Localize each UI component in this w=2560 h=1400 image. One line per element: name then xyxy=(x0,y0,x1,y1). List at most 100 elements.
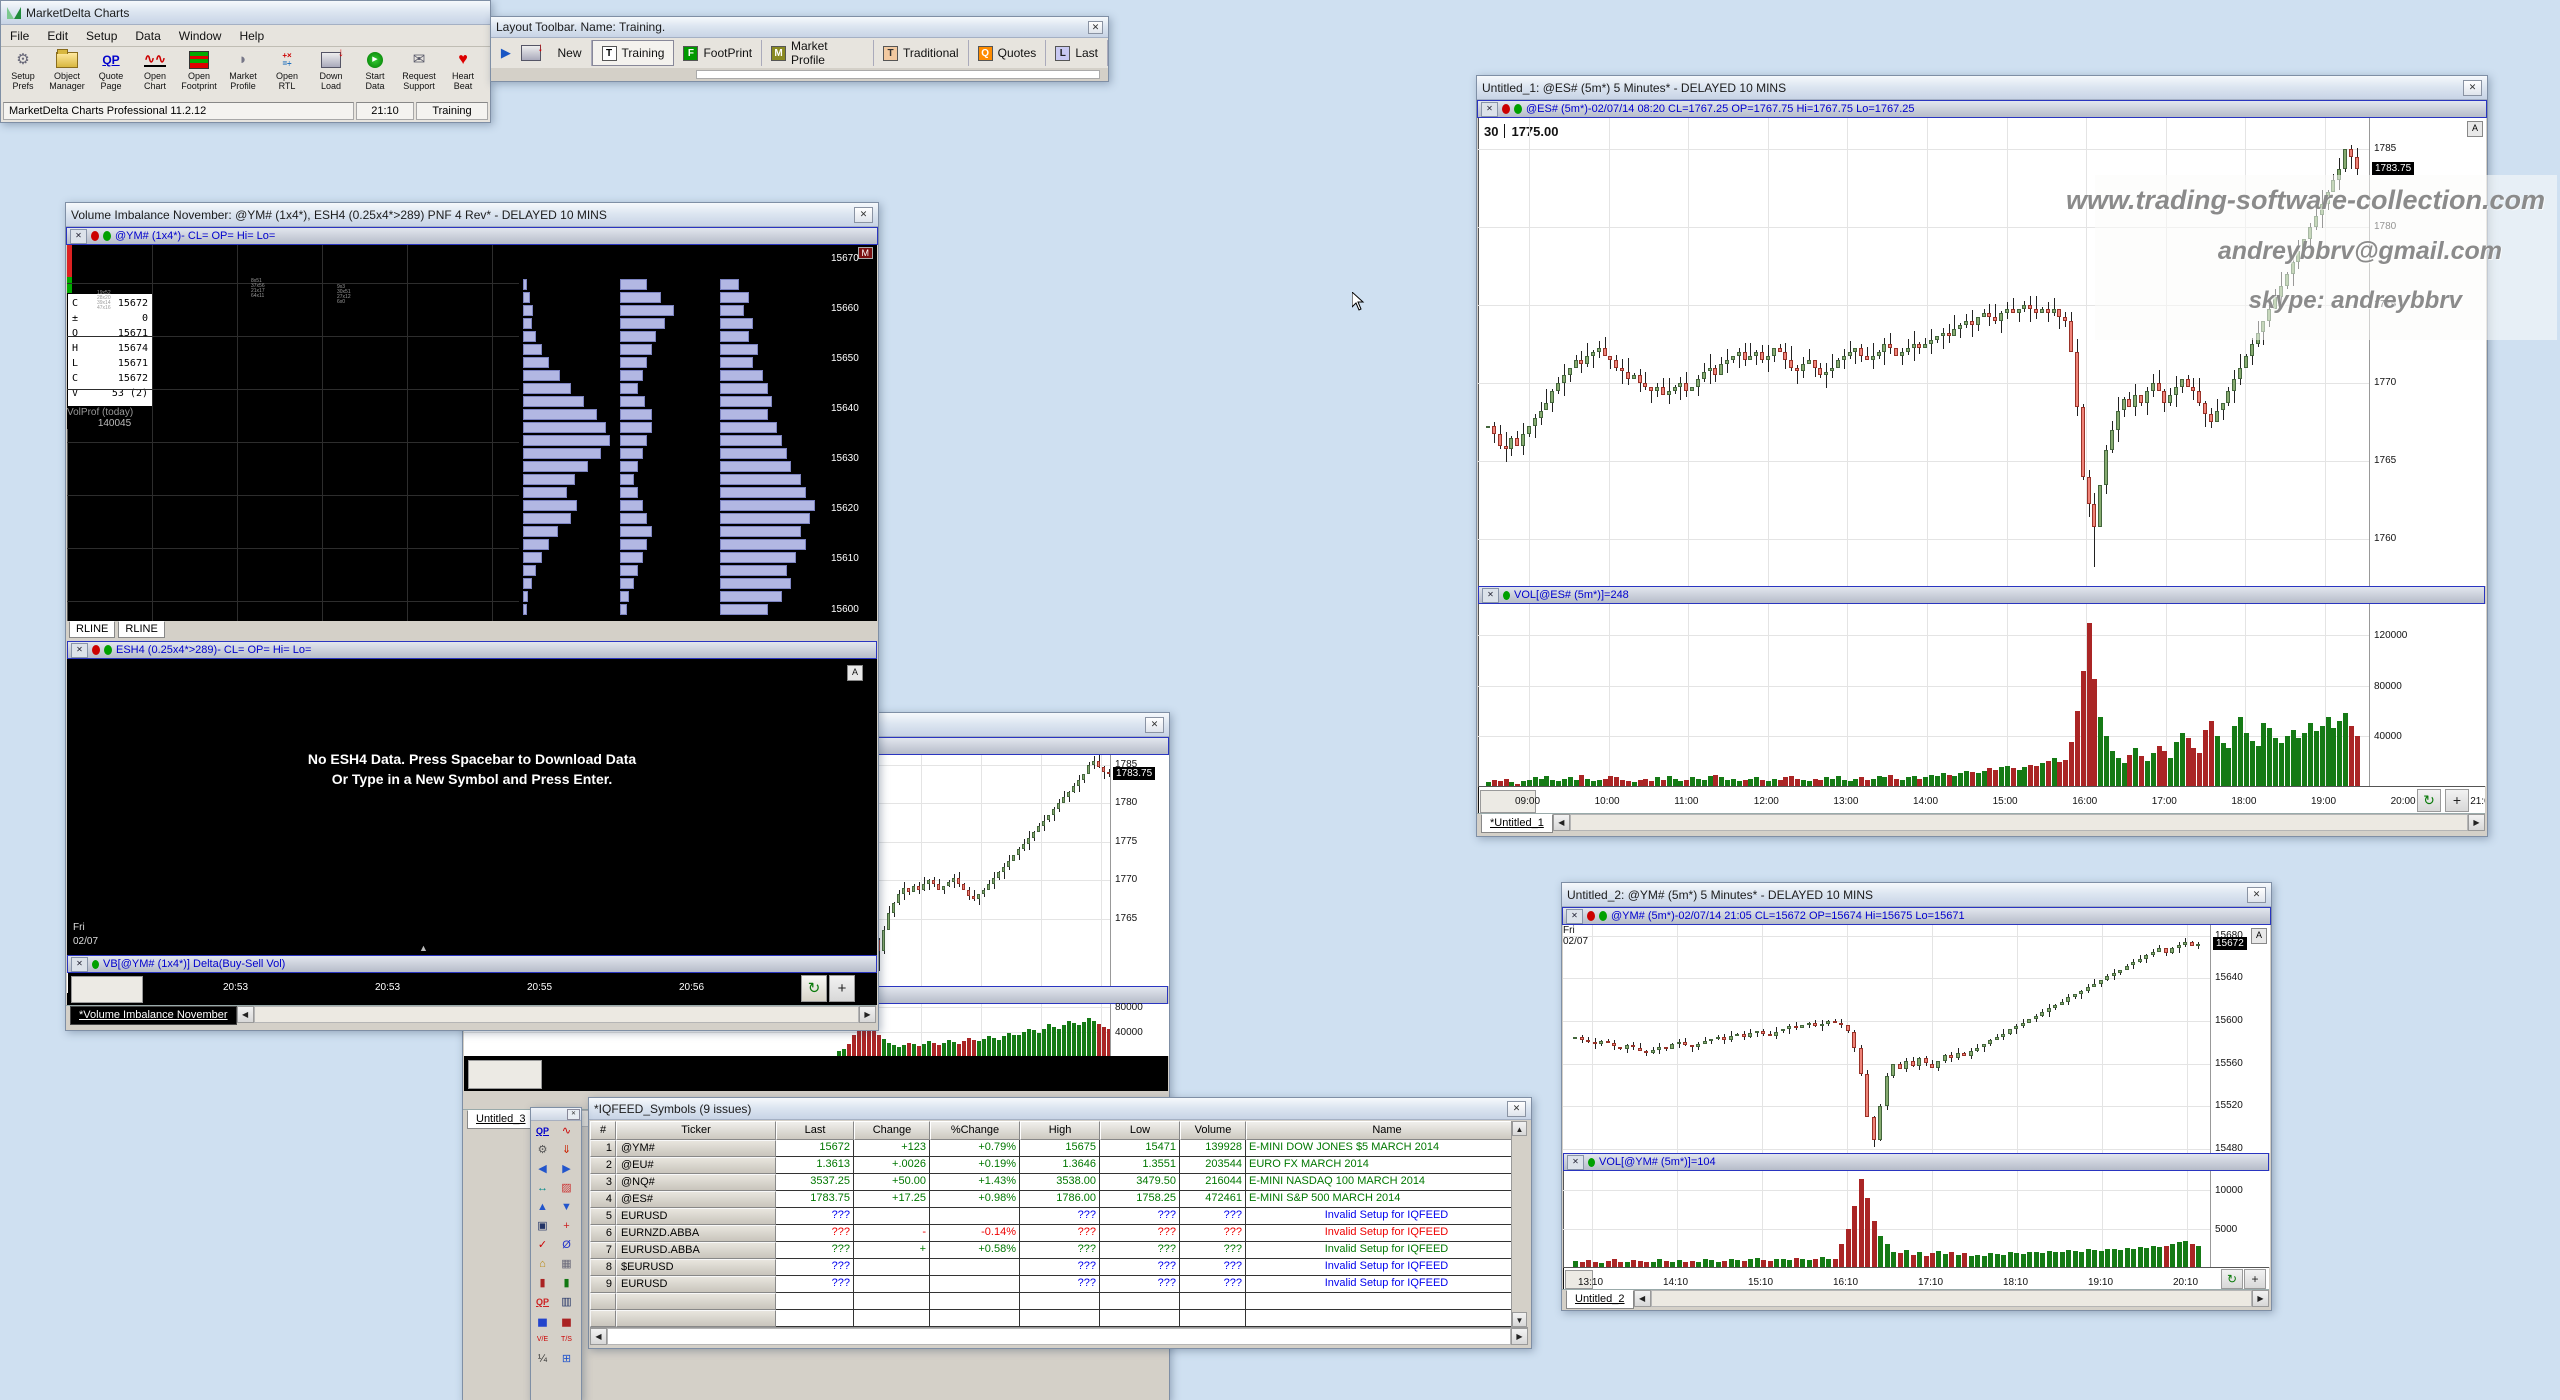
refresh-button[interactable]: ↻ xyxy=(2221,1269,2243,1289)
menu-data[interactable]: Data xyxy=(126,26,169,46)
close-pane-icon[interactable]: ✕ xyxy=(71,957,88,972)
save-layout-icon[interactable] xyxy=(521,45,541,61)
refresh-chart-icon[interactable]: ▨ xyxy=(556,1178,577,1197)
close-pane-icon[interactable]: ✕ xyxy=(71,643,88,658)
menu-edit[interactable]: Edit xyxy=(38,26,77,46)
volimb-titlebar[interactable]: Volume Imbalance November: @YM# (1x4*), … xyxy=(66,203,878,227)
scroll-left-icon[interactable]: ◀ xyxy=(1553,814,1570,831)
column-header-last[interactable]: Last xyxy=(776,1121,854,1140)
scroll-right-icon[interactable]: ▶ xyxy=(2468,814,2485,831)
toolbar-button-load[interactable]: DownLoad xyxy=(309,47,353,99)
merge-badge[interactable]: M xyxy=(858,247,874,259)
scroll-left-icon[interactable]: ◀ xyxy=(237,1006,254,1023)
main-titlebar[interactable]: MarketDelta Charts xyxy=(1,1,490,25)
iqfeed-close-icon[interactable]: ✕ xyxy=(1507,1101,1526,1117)
toolbar-button-support[interactable]: ✉RequestSupport xyxy=(397,47,441,99)
columns-icon[interactable]: ▥ xyxy=(556,1292,577,1311)
ticker-cell[interactable]: @ES# xyxy=(616,1191,776,1208)
column-header-volume[interactable]: Volume xyxy=(1180,1121,1246,1140)
volimb-esh4-pane[interactable]: No ESH4 Data. Press Spacebar to Download… xyxy=(67,659,877,955)
layout-button-new[interactable]: New xyxy=(549,40,592,66)
toolbar-button-footprint[interactable]: OpenFootprint xyxy=(177,47,221,99)
untitled2-close-icon[interactable]: ✕ xyxy=(2247,887,2266,903)
column-header-name[interactable]: Name xyxy=(1246,1121,1528,1140)
xyz-cross-icon[interactable]: + xyxy=(556,1216,577,1235)
bars-blue-icon[interactable]: ▅ xyxy=(532,1311,553,1330)
open-chart-icon[interactable]: ∿ xyxy=(556,1121,577,1140)
row-number[interactable]: 8 xyxy=(590,1259,616,1276)
scroll-down-icon[interactable]: ▼ xyxy=(556,1197,577,1216)
volimb-pane3-header[interactable]: ✕ VB[@YM# (1x4*)] Delta(Buy-Sell Vol) xyxy=(67,955,877,973)
column-header-ticker[interactable]: Ticker xyxy=(616,1121,776,1140)
ticker-cell[interactable]: @YM# xyxy=(616,1140,776,1157)
column-header-change[interactable]: Change xyxy=(854,1121,930,1140)
swap-symbol-icon[interactable]: ↔ xyxy=(532,1178,553,1197)
qp-alert-icon[interactable]: QP xyxy=(532,1292,553,1311)
menu-file[interactable]: File xyxy=(1,26,38,46)
close-pane-icon[interactable]: ✕ xyxy=(1482,588,1499,603)
palette-close-icon[interactable]: ✕ xyxy=(567,1109,580,1120)
row-number[interactable]: 2 xyxy=(590,1157,616,1174)
autoscale-button[interactable]: A xyxy=(847,665,863,681)
tab-untitled3[interactable]: Untitled_3 xyxy=(467,1110,535,1129)
menu-window[interactable]: Window xyxy=(170,26,231,46)
palette-titlebar[interactable]: ✕ xyxy=(531,1108,581,1121)
objects-icon[interactable]: ▣ xyxy=(532,1216,553,1235)
close-pane-icon[interactable]: ✕ xyxy=(1567,1155,1584,1170)
untitled1-titlebar[interactable]: Untitled_1: @ES# (5m*) 5 Minutes* - DELA… xyxy=(1477,76,2487,100)
untitled1-pane-header[interactable]: ✕ @ES# (5m*)-02/07/14 08:20 CL=1767.25 O… xyxy=(1477,100,2487,118)
tab-rline[interactable]: RLINE xyxy=(118,621,164,638)
volimb-pane1-header[interactable]: ✕ @YM# (1x4*)- CL= OP= Hi= Lo= xyxy=(66,227,878,245)
tab-volume-imbalance[interactable]: *Volume Imbalance November xyxy=(70,1006,237,1025)
ticker-cell[interactable]: EURUSD xyxy=(616,1276,776,1293)
exit-icon[interactable]: ⌂ xyxy=(532,1254,553,1273)
toolbar-button-rtl[interactable]: +×=÷OpenRTL xyxy=(265,47,309,99)
settings-icon[interactable]: ⚙ xyxy=(532,1140,553,1159)
h-scrollbar[interactable] xyxy=(607,1328,1511,1345)
menu-help[interactable]: Help xyxy=(230,26,273,46)
ticker-cell[interactable] xyxy=(616,1310,776,1327)
run-layout-icon[interactable]: ▶ xyxy=(495,42,517,64)
row-number[interactable]: 3 xyxy=(590,1174,616,1191)
v-scrollbar[interactable]: ▲ ▼ xyxy=(1511,1121,1528,1327)
tab-untitled1[interactable]: *Untitled_1 xyxy=(1481,814,1553,833)
refresh-button[interactable]: ↻ xyxy=(2417,789,2441,812)
ticker-cell[interactable] xyxy=(616,1293,776,1310)
scroll-right-icon[interactable]: ▶ xyxy=(1511,1328,1528,1345)
column-header-[interactable]: # xyxy=(590,1121,616,1140)
h-scrollbar[interactable] xyxy=(254,1006,859,1023)
bars-red-icon[interactable]: ▅ xyxy=(556,1311,577,1330)
symbol-check-icon[interactable]: ✓ xyxy=(532,1235,553,1254)
toolbar-button-data[interactable]: ▶StartData xyxy=(353,47,397,99)
row-number[interactable]: 9 xyxy=(590,1276,616,1293)
quote-off-icon[interactable]: Ø xyxy=(556,1235,577,1254)
layout-button-footprint[interactable]: FFootPrint xyxy=(674,40,762,66)
arrange-icon[interactable]: ⊞ xyxy=(556,1349,577,1368)
scroll-left-icon[interactable]: ◀ xyxy=(590,1328,607,1345)
menu-setup[interactable]: Setup xyxy=(77,26,126,46)
h-scrollbar[interactable] xyxy=(1651,1290,2252,1307)
row-number[interactable] xyxy=(590,1293,616,1310)
zoom-in-button[interactable]: + xyxy=(829,975,855,1002)
close-pane-icon[interactable]: ✕ xyxy=(1481,102,1498,117)
layout-button-traditional[interactable]: TTraditional xyxy=(874,40,969,66)
row-number[interactable]: 1 xyxy=(590,1140,616,1157)
delete-red-icon[interactable]: ▮ xyxy=(532,1273,553,1292)
untitled1-vol-header[interactable]: ✕ VOL[@ES# (5m*)]=248 xyxy=(1478,586,2485,604)
untitled2-volume-pane[interactable] xyxy=(1563,1171,2210,1267)
scroll-up-icon[interactable]: ▲ xyxy=(1512,1121,1527,1136)
layout-button-market-profile[interactable]: MMarket Profile xyxy=(762,40,874,66)
column-header-high[interactable]: High xyxy=(1020,1121,1100,1140)
untitled2-titlebar[interactable]: Untitled_2: @YM# (5m*) 5 Minutes* - DELA… xyxy=(1562,883,2271,907)
row-number[interactable]: 5 xyxy=(590,1208,616,1225)
untitled3-close-icon[interactable]: ✕ xyxy=(1145,717,1164,733)
row-number[interactable]: 7 xyxy=(590,1242,616,1259)
qp-icon[interactable]: QP xyxy=(532,1121,553,1140)
toolbar-button-page[interactable]: QPQuotePage xyxy=(89,47,133,99)
scroll-right-icon[interactable]: ▶ xyxy=(2252,1290,2269,1307)
tick-size-icon[interactable]: ¼ xyxy=(532,1349,553,1368)
autoscale-button[interactable]: A xyxy=(2467,121,2483,137)
delete-green-icon[interactable]: ▮ xyxy=(556,1273,577,1292)
ticker-cell[interactable]: EURUSD.ABBA xyxy=(616,1242,776,1259)
untitled2-price-pane[interactable]: Fri02/07 xyxy=(1563,925,2210,1153)
